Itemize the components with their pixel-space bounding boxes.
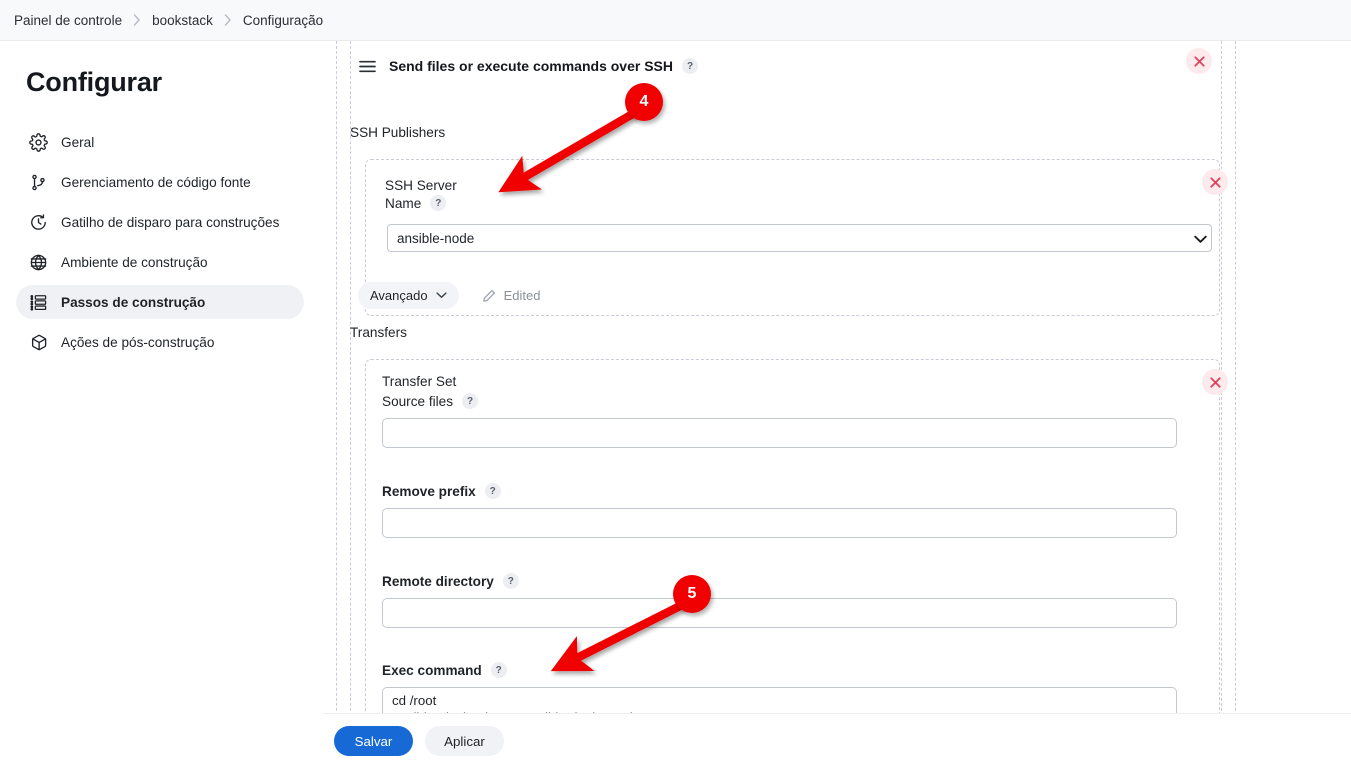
remove-prefix-input[interactable]	[382, 508, 1177, 538]
gear-icon	[28, 132, 49, 153]
page-title: Configurar	[26, 67, 162, 97]
source-branch-icon	[28, 172, 49, 193]
breadcrumb-item-configuration[interactable]: Configuração	[243, 13, 323, 28]
remove-prefix-label-wrap: Remove prefix ?	[382, 483, 1205, 499]
source-files-input[interactable]	[382, 418, 1177, 448]
sidebar-item-label: Passos de construção	[61, 294, 206, 310]
exec-command-label-wrap: Exec command ?	[382, 662, 1205, 678]
clock-icon	[28, 212, 49, 233]
remove-build-step-button[interactable]	[1186, 48, 1212, 74]
breadcrumb: Painel de controle bookstack Configuraçã…	[0, 0, 1351, 41]
help-icon[interactable]: ?	[430, 195, 447, 211]
sidebar-item-label: Gerenciamento de código fonte	[61, 174, 251, 190]
sidebar-item-build-triggers[interactable]: Gatilho de disparo para construções	[16, 205, 304, 239]
apply-button[interactable]: Aplicar	[425, 726, 504, 756]
help-icon[interactable]: ?	[484, 483, 501, 499]
chevron-right-icon	[133, 14, 141, 26]
ssh-name-label-row: Name ?	[385, 195, 447, 211]
edited-label: Edited	[503, 288, 541, 303]
package-icon	[28, 332, 49, 353]
remove-prefix-row: Remove prefix ?	[382, 483, 1205, 538]
sidebar-item-label: Geral	[61, 134, 95, 150]
advanced-row: Avançado Edited	[358, 282, 540, 309]
advanced-button[interactable]: Avançado	[358, 282, 459, 309]
help-icon[interactable]: ?	[502, 573, 519, 589]
build-step-panel: Send files or execute commands over SSH …	[322, 41, 1351, 713]
exec-command-textarea[interactable]: cd /root ansible-playbook -vvv ansible-d…	[382, 687, 1177, 713]
form-action-bar: Salvar Aplicar	[322, 713, 1351, 768]
sidebar-item-label: Ações de pós-construção	[61, 334, 215, 350]
remote-directory-row: Remote directory ?	[382, 573, 1205, 628]
help-icon[interactable]: ?	[490, 662, 507, 678]
transfers-label: Transfers	[350, 325, 407, 340]
sidebar-item-build-environment[interactable]: Ambiente de construção	[16, 245, 304, 279]
configuration-sidebar: Configurar Geral Gerenciamento de código…	[0, 41, 320, 768]
build-step-title: Send files or execute commands over SSH	[389, 58, 673, 74]
remote-directory-label: Remote directory	[382, 573, 494, 589]
exec-command-label: Exec command	[382, 662, 482, 678]
remove-prefix-label: Remove prefix	[382, 483, 476, 499]
chevron-down-icon	[435, 292, 447, 299]
help-icon[interactable]: ?	[462, 393, 479, 409]
breadcrumb-item-project[interactable]: bookstack	[152, 13, 213, 28]
drag-handle-icon[interactable]	[358, 57, 376, 75]
help-icon[interactable]: ?	[682, 58, 698, 74]
sidebar-item-label: Gatilho de disparo para construções	[61, 214, 280, 230]
source-files-label-wrap: Source files ?	[382, 393, 1205, 409]
transfer-set-title: Transfer Set	[382, 374, 457, 389]
source-files-row: Source files ?	[382, 393, 1205, 448]
save-button[interactable]: Salvar	[334, 726, 413, 756]
sidebar-item-geral[interactable]: Geral	[16, 125, 304, 159]
remove-ssh-server-button[interactable]	[1202, 169, 1228, 195]
advanced-button-label: Avançado	[370, 288, 428, 303]
remote-directory-label-wrap: Remote directory ?	[382, 573, 1205, 589]
ssh-server-name-select[interactable]: ansible-node	[387, 224, 1212, 252]
edited-indicator: Edited	[482, 288, 541, 303]
breadcrumb-item-dashboard[interactable]: Painel de controle	[14, 13, 122, 28]
sidebar-item-post-build-actions[interactable]: Ações de pós-construção	[16, 325, 304, 359]
ssh-server-group-label: SSH Server	[385, 178, 457, 193]
remove-transfer-set-button[interactable]	[1202, 369, 1228, 395]
globe-icon	[28, 252, 49, 273]
transfer-set-group: Transfer Set Source files ? Remove prefi…	[365, 359, 1228, 713]
sidebar-item-source-code-management[interactable]: Gerenciamento de código fonte	[16, 165, 304, 199]
exec-command-row: Exec command ? cd /root ansible-playbook…	[382, 662, 1205, 713]
chevron-right-icon	[224, 14, 232, 26]
ssh-name-label: Name	[385, 195, 422, 211]
build-step-header: Send files or execute commands over SSH …	[358, 49, 1213, 83]
sidebar-item-label: Ambiente de construção	[61, 254, 208, 270]
sidebar-item-build-steps[interactable]: Passos de construção	[16, 285, 304, 319]
sidebar-nav: Geral Gerenciamento de código fonte Gati…	[0, 125, 320, 359]
list-steps-icon	[28, 292, 49, 313]
remote-directory-input[interactable]	[382, 598, 1177, 628]
ssh-publishers-label: SSH Publishers	[350, 125, 446, 140]
pencil-icon	[482, 289, 496, 303]
source-files-label: Source files	[382, 393, 454, 409]
